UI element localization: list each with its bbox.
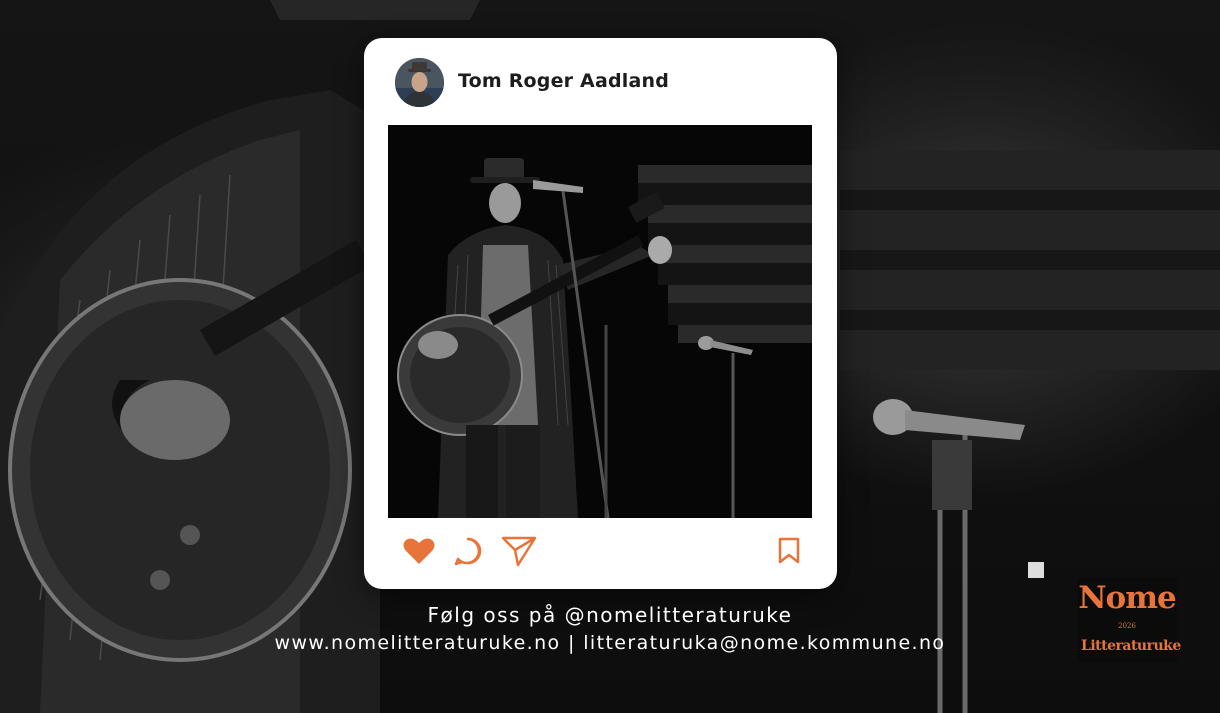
logo-title: Nome bbox=[1078, 580, 1177, 616]
post-photo bbox=[388, 125, 812, 518]
website-link[interactable]: www.nomelitteraturuke.no bbox=[275, 632, 561, 654]
separator: | bbox=[560, 632, 584, 654]
festival-logo: Nome 2026 Litteraturuke bbox=[1077, 578, 1181, 662]
email-link[interactable]: litteraturuka@nome.kommune.no bbox=[583, 632, 945, 654]
author-name[interactable]: Tom Roger Aadland bbox=[458, 70, 669, 92]
comment-icon[interactable] bbox=[453, 536, 483, 570]
follow-text: Følg oss på @nomelitteraturuke bbox=[427, 603, 793, 627]
send-icon[interactable] bbox=[501, 535, 537, 571]
heart-icon[interactable] bbox=[403, 537, 435, 569]
logo-year: 2026 bbox=[1118, 622, 1136, 630]
author-avatar[interactable] bbox=[395, 58, 444, 107]
logo-subtitle: Litteraturuke bbox=[1081, 638, 1181, 654]
bookmark-icon[interactable] bbox=[777, 537, 801, 569]
contact-line: www.nomelitteraturuke.no | litteraturuka… bbox=[0, 632, 1220, 654]
post-photo-illustration bbox=[388, 125, 812, 518]
avatar-portrait bbox=[395, 58, 444, 107]
